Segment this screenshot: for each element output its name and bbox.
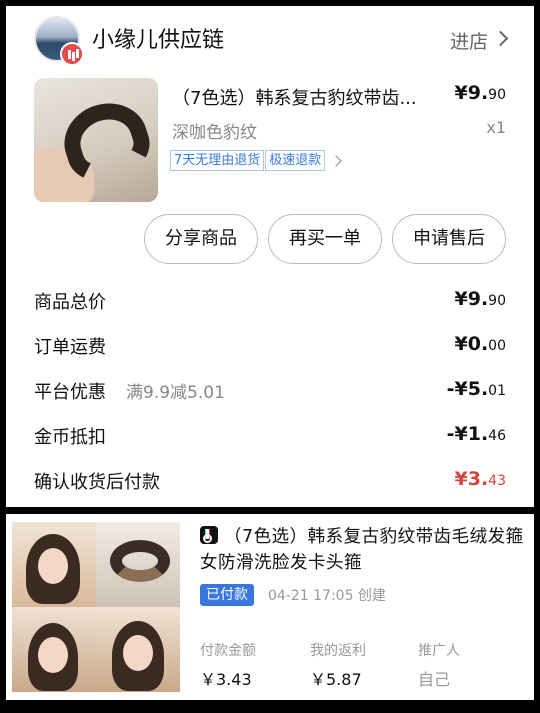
- product-quantity: x1: [486, 118, 506, 137]
- thumb-quadrant: [12, 607, 96, 692]
- summary-value-main: -¥5.: [446, 378, 489, 400]
- thumb-face: [123, 635, 153, 671]
- product-price-decimal: 90: [488, 87, 506, 103]
- order-created-time: 04-21 17:05 创建: [268, 588, 386, 604]
- summary-value: ¥0.00: [455, 333, 507, 355]
- product-price: ¥9.90: [455, 82, 507, 104]
- product-title[interactable]: （7色选）韩系复古豹纹带齿...: [172, 84, 434, 110]
- shop-name[interactable]: 小缘儿供应链: [92, 22, 224, 54]
- service-tags[interactable]: 7天无理由退货 极速退款: [170, 150, 342, 172]
- summary-value-main: ¥0.: [454, 333, 489, 355]
- status-badge: 已付款: [200, 584, 254, 606]
- thumb-face: [38, 548, 68, 584]
- thumb-quadrant: [96, 522, 180, 607]
- summary-label: 商品总价: [34, 292, 106, 313]
- summary-row-discount: 平台优惠 满9.9减5.01 -¥5.01: [34, 378, 506, 406]
- summary-label: 订单运费: [34, 337, 106, 358]
- summary-value-decimal: 01: [488, 383, 506, 399]
- summary-row-shipping: 订单运费 ¥0.00: [34, 333, 506, 361]
- product-price-main: ¥9.: [454, 82, 489, 104]
- summary-value: -¥5.01: [447, 378, 506, 400]
- promoter: 推广人 自己: [418, 640, 460, 690]
- summary-value: -¥1.46: [447, 423, 506, 445]
- summary-row-coins: 金币抵扣 -¥1.46: [34, 423, 506, 451]
- rebate-value: ￥5.87: [310, 670, 362, 689]
- discount-rule: 满9.9减5.01: [126, 383, 225, 403]
- summary-value-decimal: 43: [488, 473, 506, 489]
- shop-badge-icon: [60, 42, 84, 66]
- promoter-label: 推广人: [418, 643, 460, 659]
- product-image[interactable]: [34, 78, 158, 202]
- order-product-title[interactable]: （7色选）韩系复古豹纹带齿毛绒发箍女防滑洗脸发卡头箍: [200, 524, 526, 576]
- promoter-value: 自己: [418, 670, 451, 689]
- shop-header[interactable]: 小缘儿供应链 进店: [6, 6, 534, 72]
- share-product-button[interactable]: 分享商品: [144, 214, 258, 264]
- order-detail-card: 小缘儿供应链 进店 （7色选）韩系复古豹纹带齿... ¥9.90 深咖色豹纹 x…: [6, 6, 534, 507]
- summary-value: ¥3.43: [455, 468, 507, 490]
- summary-value-decimal: 46: [488, 428, 506, 444]
- tag-return: 7天无理由退货: [170, 150, 265, 171]
- summary-value-main: -¥1.: [446, 423, 489, 445]
- summary-label: 平台优惠: [34, 382, 106, 403]
- rebuy-button[interactable]: 再买一单: [268, 214, 382, 264]
- rebate-label: 我的返利: [310, 643, 366, 659]
- summary-value: ¥9.90: [455, 288, 507, 310]
- action-buttons: 分享商品 再买一单 申请售后: [144, 214, 510, 264]
- summary-value-main: ¥9.: [454, 288, 489, 310]
- rebate-amount: 我的返利 ￥5.87: [310, 640, 366, 690]
- summary-label: 金币抵扣: [34, 427, 106, 448]
- paid-amount-value: ￥3.43: [200, 670, 252, 689]
- summary-label: 确认收货后付款: [34, 472, 160, 493]
- chevron-right-icon[interactable]: [330, 154, 342, 167]
- summary-row-pay-after: 确认收货后付款 ¥3.43: [34, 468, 506, 496]
- thumb-quadrant: [96, 607, 180, 692]
- summary-value-decimal: 90: [488, 293, 506, 309]
- paid-amount: 付款金额 ￥3.43: [200, 640, 256, 690]
- order-product-image[interactable]: [12, 522, 180, 692]
- thumb-face: [38, 637, 68, 673]
- paid-amount-label: 付款金额: [200, 643, 256, 659]
- summary-value-main: ¥3.: [454, 468, 489, 490]
- summary-value-decimal: 00: [488, 338, 506, 354]
- summary-row-total: 商品总价 ¥9.90: [34, 288, 506, 316]
- thumb-headband: [110, 540, 170, 582]
- order-card[interactable]: （7色选）韩系复古豹纹带齿毛绒发箍女防滑洗脸发卡头箍 已付款 04-21 17:…: [6, 514, 534, 700]
- thumb-quadrant: [12, 522, 96, 607]
- product-variant: 深咖色豹纹: [172, 123, 257, 143]
- after-sale-button[interactable]: 申请售后: [392, 214, 506, 264]
- tag-refund: 极速退款: [265, 150, 326, 171]
